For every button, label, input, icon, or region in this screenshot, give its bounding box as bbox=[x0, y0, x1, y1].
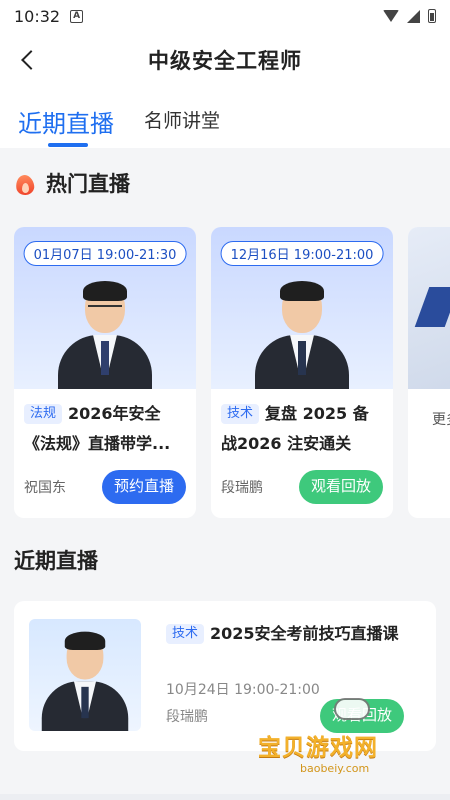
app-header: 中级安全工程师 bbox=[0, 32, 450, 88]
teacher-name: 段瑞鹏 bbox=[166, 709, 208, 725]
tab-bar: 近期直播 名师讲堂 bbox=[0, 88, 450, 148]
status-icons bbox=[383, 9, 436, 23]
watermark-url: baobeiy.com bbox=[300, 762, 370, 775]
wifi-icon bbox=[383, 10, 399, 22]
section-title: 热门直播 bbox=[46, 172, 130, 196]
tab-label: 名师讲堂 bbox=[144, 110, 221, 132]
card-thumbnail: 01月07日 19:00-21:30 bbox=[14, 227, 196, 389]
status-time: 10:32 bbox=[14, 6, 61, 26]
notification-icon: A bbox=[70, 9, 84, 23]
hot-live-card[interactable]: 01月07日 19:00-21:30 法规 2026年安全《法规》直播带学... … bbox=[14, 227, 196, 518]
status-bar: 10:32 A bbox=[0, 0, 450, 32]
card-title: 技术复盘 2025 备战2026 注安通关攻... bbox=[221, 399, 383, 459]
recent-title: 技术 2025安全考前技巧直播课 bbox=[166, 621, 399, 647]
subject-tag: 法规 bbox=[24, 404, 63, 424]
more-label: 更多 bbox=[432, 412, 450, 428]
hot-live-card[interactable]: 12月16日 19:00-21:00 技术 复盘 2025 备战2026 注安通关… bbox=[211, 227, 393, 518]
reserve-live-button[interactable]: 预约直播 bbox=[101, 470, 186, 504]
live-time-badge: 01月07日 19:00-21:30 bbox=[23, 241, 187, 266]
live-time: 10月24日 19:00-21:00 bbox=[166, 682, 320, 698]
card-title: 法规 2026年安全《法规》直播带学... bbox=[24, 399, 186, 459]
hot-live-header: 热门直播 bbox=[14, 168, 130, 198]
teacher-photo bbox=[29, 619, 141, 731]
back-arrow-icon[interactable] bbox=[14, 46, 42, 74]
live-time-badge: 12月16日 19:00-21:00 bbox=[220, 241, 384, 266]
subject-tag: 技术 bbox=[166, 624, 205, 644]
battery-icon bbox=[428, 9, 436, 23]
teacher-photo bbox=[247, 279, 357, 389]
recent-live-header: 近期直播 bbox=[14, 545, 98, 575]
card-thumbnail: 12月16日 19:00-21:00 bbox=[211, 227, 393, 389]
gamepad-icon bbox=[334, 698, 370, 720]
more-card[interactable]: 更多 bbox=[408, 227, 450, 518]
subject-tag: 技术 bbox=[221, 404, 260, 424]
section-title: 近期直播 bbox=[14, 549, 98, 573]
site-watermark: 宝贝游戏网 baobeiy.com bbox=[258, 698, 426, 794]
page-title: 中级安全工程师 bbox=[148, 49, 302, 73]
watermark-text: 宝贝游戏网 bbox=[258, 735, 378, 761]
tab-recent-live[interactable]: 近期直播 bbox=[18, 88, 114, 148]
tab-label: 近期直播 bbox=[18, 110, 114, 138]
signal-icon bbox=[407, 9, 420, 23]
more-card-thumbnail bbox=[408, 227, 450, 389]
bottom-bar bbox=[0, 794, 450, 800]
teacher-photo bbox=[50, 279, 160, 389]
tab-famous-teachers[interactable]: 名师讲堂 bbox=[144, 88, 220, 148]
recent-title-text: 2025安全考前技巧直播课 bbox=[210, 624, 399, 643]
flame-icon bbox=[14, 171, 36, 195]
teacher-name: 段瑞鹏 bbox=[221, 480, 263, 496]
teacher-name: 祝国东 bbox=[24, 480, 66, 496]
watch-replay-button[interactable]: 观看回放 bbox=[298, 470, 383, 504]
